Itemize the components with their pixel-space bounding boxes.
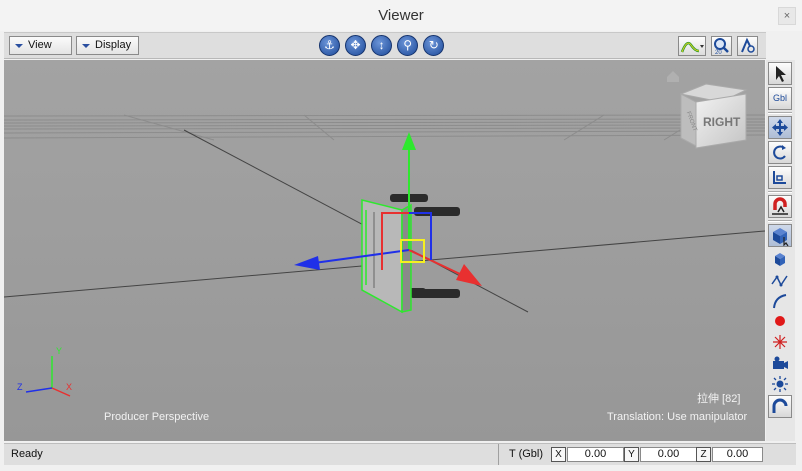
dolly-icon[interactable]: ↕: [371, 35, 393, 56]
light-icon: [772, 376, 788, 392]
z-axis-label: Z: [696, 447, 711, 462]
camera-tool[interactable]: [769, 353, 791, 373]
side-toolbar: Gbl: [766, 60, 795, 441]
close-button[interactable]: ×: [778, 7, 796, 25]
axis-z-label: Z: [17, 382, 23, 392]
point-tool[interactable]: [769, 311, 791, 331]
display-menu-label: Display: [95, 39, 132, 51]
orbit-icon[interactable]: ↻: [423, 35, 445, 56]
scene-canvas[interactable]: RIGHT FRONT Y X Z: [4, 60, 765, 441]
svg-text:20: 20: [715, 50, 722, 55]
rotate-icon: [773, 145, 786, 160]
zoom-fit-button[interactable]: 20: [710, 36, 732, 56]
viewcube-right-label: RIGHT: [703, 115, 741, 129]
display-menu-button[interactable]: Display: [76, 36, 139, 55]
select-icon: [776, 66, 786, 82]
hook-tool-button[interactable]: [768, 395, 792, 418]
camera-tool-icon: [773, 356, 788, 369]
pivot-icon: [773, 335, 787, 349]
magnet-tool-button[interactable]: [768, 195, 792, 218]
navigation-tools: ⚓ ✥ ↕ ⚲ ↻: [319, 35, 446, 57]
y-axis-label: Y: [624, 447, 639, 462]
title-bar: Viewer ×: [0, 0, 802, 31]
cube-icon: [775, 253, 785, 266]
viewer-toolbar: View Display ⚓ ✥ ↕ ⚲ ↻ 20: [4, 32, 766, 59]
separator: [768, 112, 792, 114]
global-mode-button[interactable]: Gbl: [768, 87, 792, 110]
x-axis-label: X: [551, 447, 566, 462]
3d-viewport[interactable]: RIGHT FRONT Y X Z Producer Perspective 拉…: [4, 60, 765, 441]
separator: [768, 220, 792, 222]
component-cube-icon: [773, 228, 789, 247]
status-bar: Ready T (Gbl) X 0.00 Y 0.00 Z 0.00: [4, 443, 796, 465]
selection-label: 拉伸 [82]: [697, 393, 741, 405]
curve-icon: [680, 41, 704, 53]
move-tool-button[interactable]: [768, 116, 792, 139]
window-title: Viewer: [378, 7, 424, 24]
x-value-field[interactable]: 0.00: [567, 447, 624, 462]
hook-icon: [772, 398, 788, 413]
rotate-tool-button[interactable]: [768, 141, 792, 164]
camera-label: Producer Perspective: [104, 411, 210, 423]
camera-settings-button[interactable]: [737, 36, 758, 56]
point-icon: [775, 316, 785, 326]
view-menu-label: View: [28, 39, 52, 51]
camera-settings-icon: [741, 37, 755, 53]
zoom-icon[interactable]: ⚲: [397, 35, 419, 56]
axis-x-label: X: [66, 382, 72, 392]
chevron-down-icon: [15, 44, 23, 48]
component-cube-button[interactable]: [768, 224, 792, 247]
scale-tool-button[interactable]: [768, 166, 792, 189]
pivot-tool[interactable]: [769, 332, 791, 352]
curve-display-button[interactable]: [677, 36, 706, 56]
transform-mode-label: T (Gbl): [509, 448, 544, 460]
move-icon: [772, 119, 788, 136]
y-value-field[interactable]: 0.00: [640, 447, 697, 462]
vertex-tool[interactable]: [769, 271, 791, 291]
edge-icon: [773, 294, 787, 309]
anchor-icon[interactable]: ⚓: [319, 35, 340, 56]
select-tool-button[interactable]: [768, 62, 792, 85]
chevron-down-icon: [82, 44, 90, 48]
magnet-icon: [772, 197, 788, 215]
view-tools: 20: [676, 36, 758, 56]
vertex-icon: [771, 275, 788, 287]
z-value-field[interactable]: 0.00: [712, 447, 763, 462]
manipulator-hint: Translation: Use manipulator: [607, 411, 748, 423]
scale-icon: [773, 171, 786, 184]
axis-y-label: Y: [56, 346, 62, 356]
zoom-fit-icon: 20: [713, 38, 729, 56]
status-text: Ready: [11, 448, 43, 460]
separator: [768, 191, 792, 193]
view-menu-button[interactable]: View: [9, 36, 72, 55]
object-tool[interactable]: [769, 250, 791, 270]
light-tool[interactable]: [769, 374, 791, 394]
edge-tool[interactable]: [769, 291, 791, 311]
coordinate-fields: T (Gbl) X 0.00 Y 0.00 Z 0.00: [498, 444, 764, 465]
pan-icon[interactable]: ✥: [345, 35, 367, 56]
